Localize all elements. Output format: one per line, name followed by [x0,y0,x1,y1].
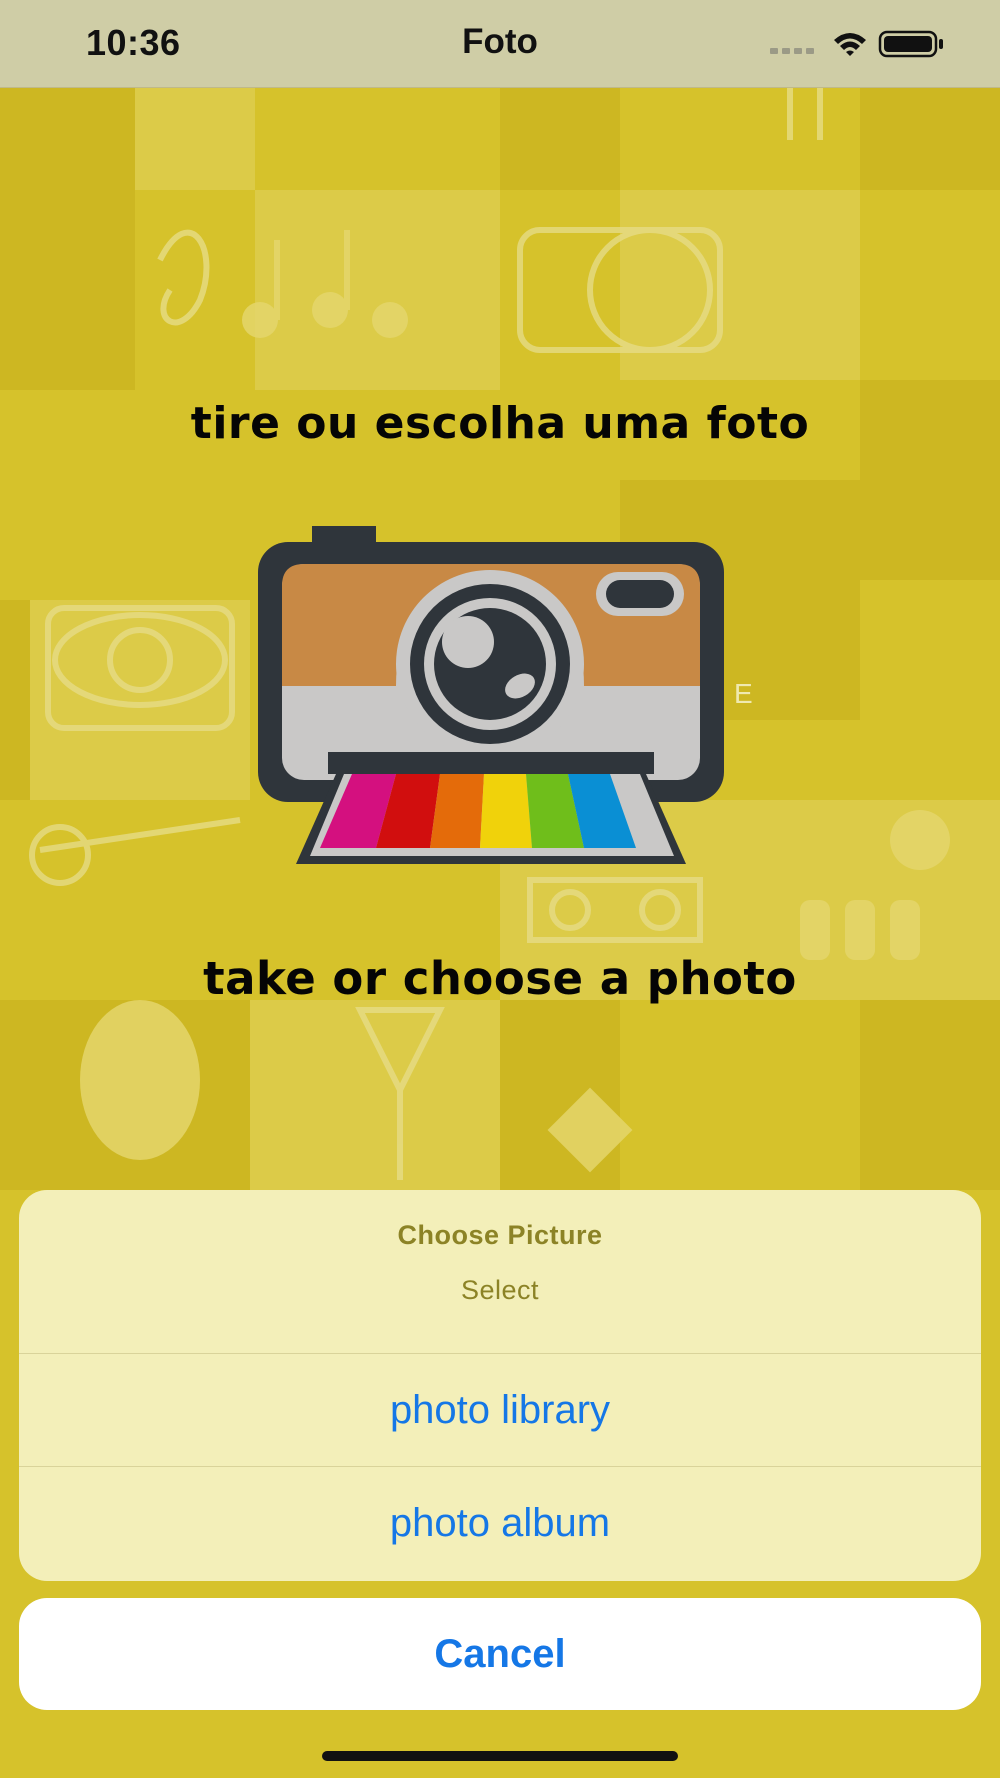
action-sheet-title: Choose Picture [397,1220,603,1250]
cancel-button[interactable]: Cancel [19,1598,981,1710]
signal-dots-icon [770,48,814,54]
action-sheet-header: Choose Picture Select [19,1190,981,1354]
action-sheet: Choose Picture Select photo library phot… [19,1190,981,1581]
action-sheet-subtitle: Select [460,1275,540,1305]
home-indicator[interactable] [322,1751,678,1761]
status-icons [750,26,950,62]
background-letter: E [734,678,753,709]
wifi-icon [834,33,866,56]
status-bar: 10:36 Foto [0,0,1000,88]
battery-icon [878,30,943,58]
headline-english: take or choose a photo [203,952,797,1005]
camera-icon [258,526,724,864]
photo-library-button[interactable]: photo library [19,1354,981,1467]
headline-portuguese: tire ou escolha uma foto [190,398,810,449]
photo-album-button[interactable]: photo album [19,1467,981,1580]
